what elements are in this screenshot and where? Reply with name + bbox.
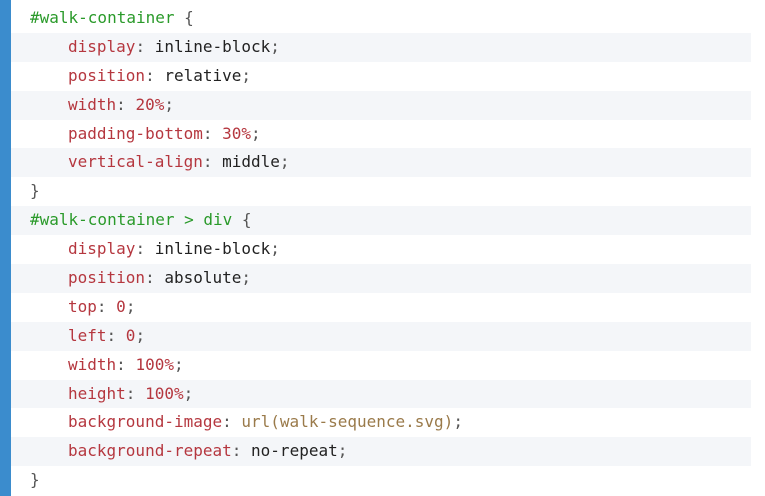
- close-brace: }: [30, 470, 40, 490]
- css-property: display: [68, 36, 136, 56]
- css-property: top: [68, 296, 97, 316]
- css-selector: #walk-container: [30, 8, 175, 27]
- css-value: url(walk-sequence.svg): [241, 412, 454, 432]
- code-line: width: 100%;: [68, 354, 184, 374]
- css-value: 20%: [135, 94, 165, 114]
- code-line: display: inline-block;: [11, 32, 751, 62]
- code-line: }: [11, 177, 751, 206]
- close-brace: }: [30, 181, 40, 201]
- css-property: width: [68, 94, 117, 114]
- code-line: background-image: url(walk-sequence.svg)…: [68, 412, 463, 432]
- css-property: background-repeat: [68, 441, 232, 461]
- code-line: position: absolute;: [11, 264, 751, 293]
- code-line: display: inline-block;: [68, 239, 280, 259]
- open-brace: {: [174, 8, 194, 27]
- code-line: background-repeat: no-repeat;: [11, 437, 751, 467]
- code-line: top: 0;: [68, 296, 136, 316]
- css-selector: #walk-container > div: [30, 210, 233, 230]
- css-property: padding-bottom: [68, 123, 203, 143]
- css-value: 0: [125, 325, 136, 345]
- css-value: absolute: [164, 268, 242, 288]
- css-value: 0: [116, 296, 126, 316]
- css-value: 100%: [135, 354, 174, 374]
- css-property: background-image: [68, 412, 223, 432]
- css-property: width: [68, 354, 117, 374]
- css-property: height: [68, 383, 126, 403]
- code-block-accent-bar: [0, 0, 11, 496]
- css-value: relative: [164, 65, 242, 85]
- code-line: }: [11, 466, 751, 495]
- css-value: inline-block: [154, 239, 271, 259]
- css-property: display: [68, 239, 136, 259]
- css-property: vertical-align: [68, 152, 203, 172]
- code-line: position: relative;: [68, 65, 252, 85]
- code-line: #walk-container {: [11, 4, 751, 33]
- code-line: left: 0;: [11, 321, 751, 351]
- open-brace: {: [232, 210, 252, 230]
- css-value: middle: [222, 152, 280, 172]
- css-value: inline-block: [154, 36, 271, 56]
- code-line: width: 20%;: [11, 90, 751, 120]
- css-value: no-repeat: [251, 441, 338, 461]
- css-property: left: [68, 325, 107, 345]
- code-block: #walk-container {display: inline-block; p…: [0, 0, 765, 496]
- css-value: 100%: [145, 383, 184, 403]
- css-property: position: [68, 268, 146, 288]
- css-property: position: [68, 65, 146, 85]
- code-line: vertical-align: middle;: [11, 148, 751, 178]
- code-line: #walk-container > div {: [11, 206, 751, 236]
- code-line: padding-bottom: 30%;: [68, 123, 261, 143]
- code-lines: #walk-container {display: inline-block; p…: [11, 4, 751, 495]
- code-line: height: 100%;: [11, 379, 751, 409]
- css-value: 30%: [222, 123, 252, 143]
